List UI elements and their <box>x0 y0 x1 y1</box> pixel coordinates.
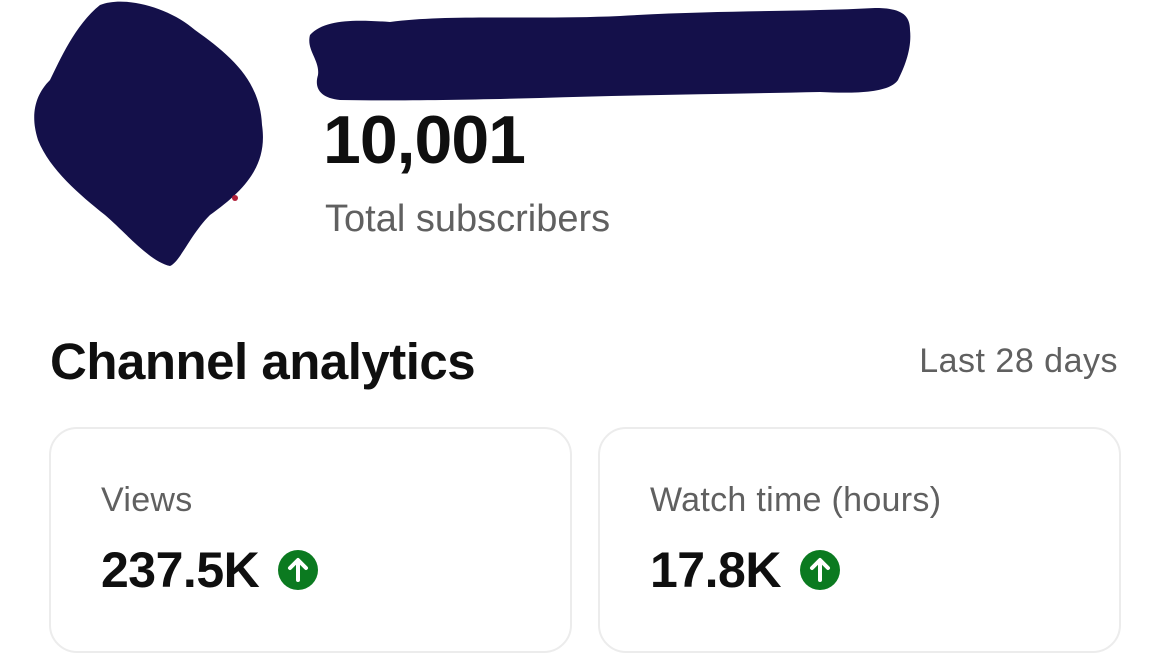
period-selector[interactable]: Last 28 days <box>919 344 1118 378</box>
redaction-mark <box>34 1 263 266</box>
watch-time-value: 17.8K <box>650 542 781 598</box>
subscriber-count: 10,001 <box>323 102 526 178</box>
arrow-up-circle-icon <box>278 550 319 590</box>
arrow-up-circle-icon <box>799 550 840 590</box>
watch-time-card[interactable]: Watch time (hours) 17.8K <box>598 427 1121 653</box>
channel-dashboard: 10,001 Total subscribers Channel analyti… <box>0 0 1170 659</box>
views-value: 237.5K <box>101 542 260 598</box>
section-title: Channel analytics <box>50 333 476 390</box>
watch-time-value-row: 17.8K <box>650 545 841 595</box>
views-card[interactable]: Views 237.5K <box>49 427 572 653</box>
channel-avatar[interactable] <box>30 0 275 270</box>
subscriber-label: Total subscribers <box>325 198 611 240</box>
watch-time-label: Watch time (hours) <box>650 481 942 519</box>
channel-name-redacted <box>309 8 911 101</box>
views-value-row: 237.5K <box>101 545 319 595</box>
redaction-mark <box>309 8 911 101</box>
views-label: Views <box>101 481 193 519</box>
